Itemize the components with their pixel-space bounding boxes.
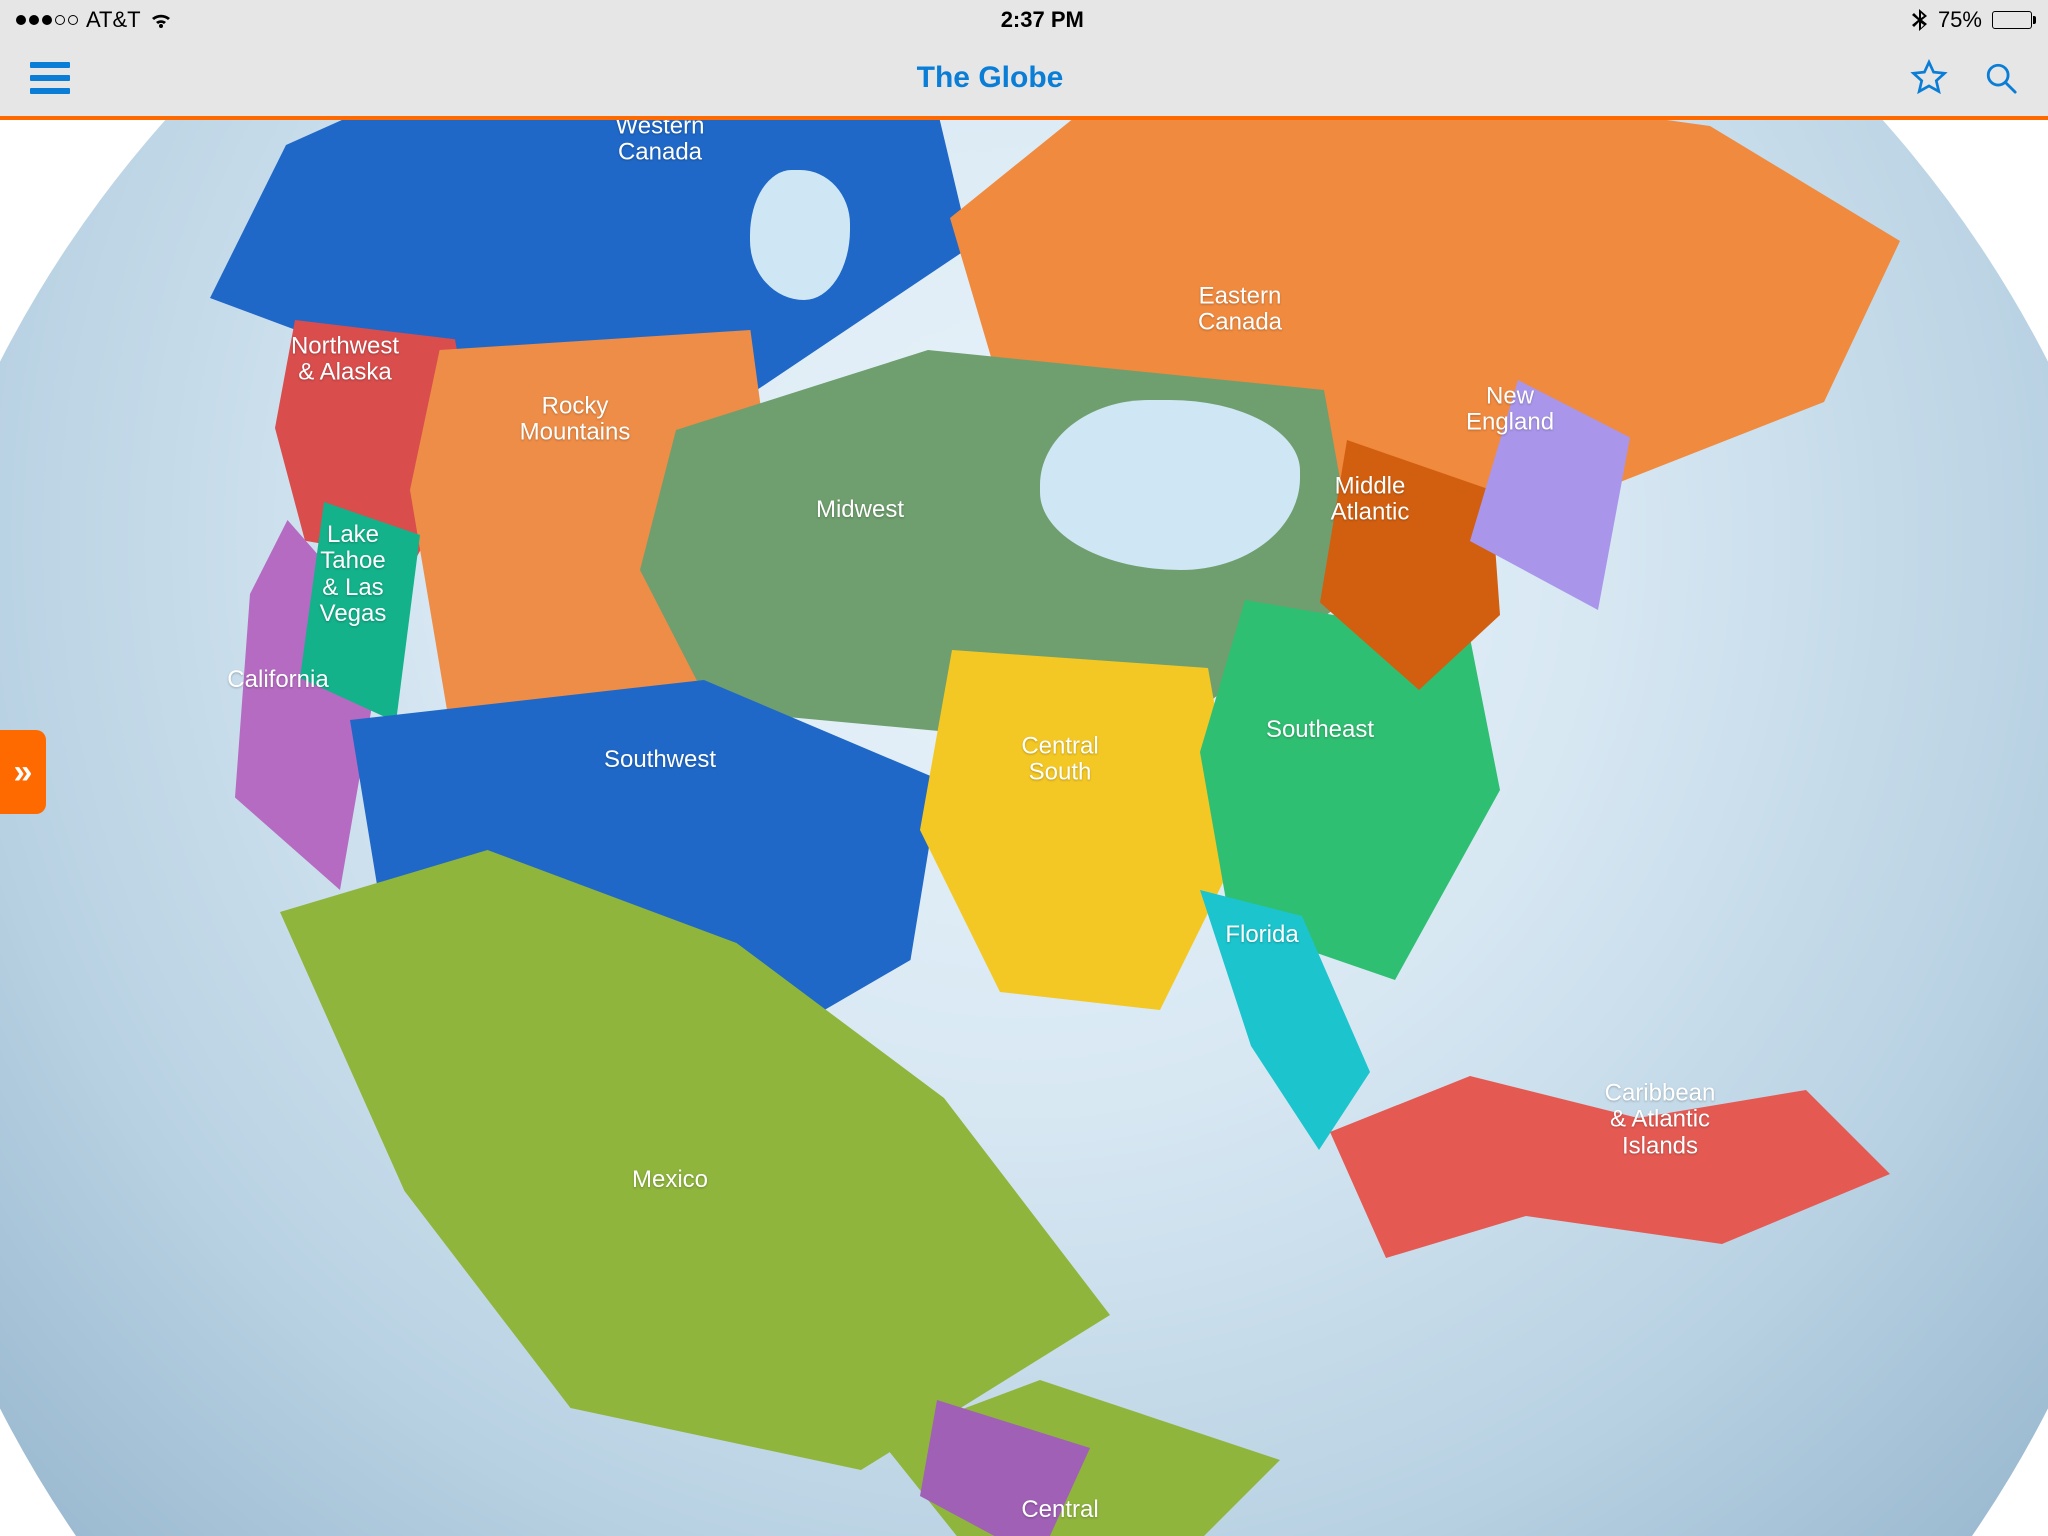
region-label-central-america: Central bbox=[1021, 1497, 1098, 1523]
region-label-california: California bbox=[227, 667, 328, 693]
region-label-midwest: Midwest bbox=[816, 497, 904, 523]
battery-icon bbox=[1992, 11, 2032, 29]
region-label-southwest: Southwest bbox=[604, 747, 716, 773]
status-right: 75% bbox=[1912, 7, 2032, 33]
region-label-middle-atlantic: Middle Atlantic bbox=[1331, 474, 1410, 527]
region-label-new-england: New England bbox=[1466, 384, 1554, 437]
status-time: 2:37 PM bbox=[1001, 7, 1084, 33]
region-label-rocky-mountains: Rocky Mountains bbox=[520, 394, 631, 447]
globe-area[interactable]: Western Canada Eastern Canada Northwest & … bbox=[0, 120, 2048, 1536]
status-left: AT&T bbox=[16, 7, 173, 33]
side-expand-tab[interactable]: » bbox=[0, 730, 46, 814]
region-label-mexico: Mexico bbox=[632, 1167, 708, 1193]
bluetooth-icon bbox=[1912, 8, 1928, 32]
status-bar: AT&T 2:37 PM 75% bbox=[0, 0, 2048, 40]
region-label-western-canada: Western Canada bbox=[616, 120, 705, 166]
region-label-florida: Florida bbox=[1225, 922, 1298, 948]
region-label-eastern-canada: Eastern Canada bbox=[1198, 284, 1282, 337]
search-icon[interactable] bbox=[1984, 61, 2018, 95]
battery-pct: 75% bbox=[1938, 7, 1982, 33]
nav-bar: The Globe bbox=[0, 40, 2048, 120]
signal-dots bbox=[16, 15, 78, 25]
carrier-label: AT&T bbox=[86, 7, 141, 33]
menu-icon[interactable] bbox=[30, 62, 70, 94]
region-label-caribbean: Caribbean & Atlantic Islands bbox=[1605, 1080, 1716, 1159]
region-label-lake-tahoe-vegas: Lake Tahoe & Las Vegas bbox=[320, 522, 387, 628]
region-label-northwest-alaska: Northwest & Alaska bbox=[291, 334, 399, 387]
lake bbox=[750, 170, 850, 300]
region-label-central-south: Central South bbox=[1021, 734, 1098, 787]
page-title: The Globe bbox=[917, 61, 1064, 95]
region-label-southeast: Southeast bbox=[1266, 717, 1374, 743]
star-icon[interactable] bbox=[1910, 59, 1948, 97]
lake bbox=[1040, 400, 1300, 570]
wifi-icon bbox=[149, 10, 173, 30]
